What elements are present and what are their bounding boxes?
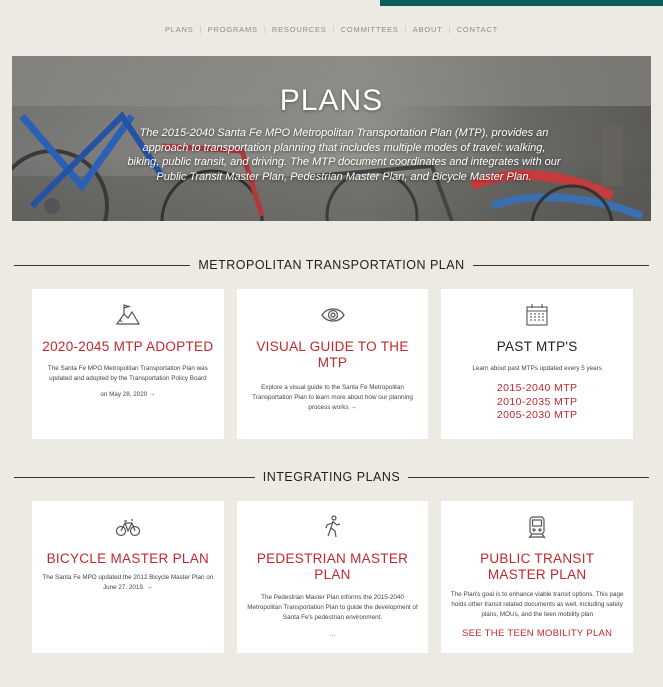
card-text: The Pedestrian Master Plan informs the 2… (247, 594, 418, 621)
section-heading-integrating: INTEGRATING PLANS (14, 470, 649, 484)
card-text: The Plan's goal is to enhance viable tra… (450, 591, 624, 618)
card-title[interactable]: BICYCLE MASTER PLAN (40, 551, 216, 567)
card-text: The Santa Fe MPO Metropolitan Transporta… (47, 365, 208, 382)
integrating-cards: BICYCLE MASTER PLAN The Santa Fe MPO upd… (32, 501, 634, 653)
card-visual-guide[interactable]: VISUAL GUIDE TO THE MTP Explore a visual… (236, 289, 429, 439)
card-title[interactable]: 2020-2045 MTP ADOPTED (40, 339, 216, 355)
section-title: METROPOLITAN TRANSPORTATION PLAN (198, 258, 465, 272)
card-title[interactable]: VISUAL GUIDE TO THE MTP (245, 339, 421, 371)
page-title: PLANS (279, 84, 384, 117)
card-text: Learn about past MTPs updated every 5 ye… (472, 365, 602, 372)
card-bicycle-plan[interactable]: BICYCLE MASTER PLAN The Santa Fe MPO upd… (32, 501, 224, 653)
card-transit-plan[interactable]: PUBLIC TRANSIT MASTER PLAN The Plan's go… (441, 501, 634, 653)
nav-about[interactable]: ABOUT (407, 25, 449, 34)
bicycle-icon (40, 511, 216, 543)
hero-banner: PLANS The 2015-2040 Santa Fe MPO Metropo… (12, 56, 651, 221)
main-nav: PLANS | PROGRAMS | RESOURCES | COMMITTEES | … (0, 0, 663, 56)
link-2005-2030-mtp[interactable]: 2005-2030 MTP (449, 409, 625, 423)
card-more-link[interactable]: ... (245, 629, 421, 638)
nav-committees[interactable]: COMMITTEES (335, 25, 405, 34)
link-2015-2040-mtp[interactable]: 2015-2040 MTP (449, 382, 625, 396)
hero-description: The 2015-2040 Santa Fe MPO Metropolitan … (127, 127, 561, 183)
nav-plans[interactable]: PLANS (159, 25, 200, 34)
teen-mobility-plan-link[interactable]: SEE THE TEEN MOBILITY PLAN (449, 628, 625, 639)
nav-resources[interactable]: RESOURCES (266, 25, 333, 34)
section-title: INTEGRATING PLANS (262, 470, 401, 484)
card-more-link[interactable]: on May 28, 2020 → (40, 391, 216, 398)
card-past-mtps[interactable]: PAST MTP'S Learn about past MTPs updated… (441, 289, 634, 439)
card-text: Explore a visual guide to the Santa Fe M… (252, 384, 413, 411)
pedestrian-icon (245, 511, 421, 543)
card-title[interactable]: PUBLIC TRANSIT MASTER PLAN (449, 551, 625, 583)
nav-contact[interactable]: CONTACT (451, 25, 504, 34)
mtp-cards: 2020-2045 MTP ADOPTED The Santa Fe MPO M… (32, 289, 634, 439)
top-accent-bar (380, 0, 663, 6)
card-title[interactable]: PEDESTRIAN MASTER PLAN (245, 551, 421, 583)
card-title: PAST MTP'S (496, 339, 578, 354)
link-2010-2035-mtp[interactable]: 2010-2035 MTP (449, 396, 625, 410)
card-text: The Santa Fe MPO updated the 2012 Bicycl… (42, 574, 214, 591)
train-icon (449, 511, 625, 543)
mountain-flag-icon (40, 299, 216, 331)
eye-icon (245, 299, 421, 331)
section-heading-mtp: METROPOLITAN TRANSPORTATION PLAN (14, 258, 649, 272)
past-mtp-links: 2015-2040 MTP 2010-2035 MTP 2005-2030 MT… (449, 382, 625, 423)
card-pedestrian-plan[interactable]: PEDESTRIAN MASTER PLAN The Pedestrian Ma… (236, 501, 429, 653)
card-mtp-adopted[interactable]: 2020-2045 MTP ADOPTED The Santa Fe MPO M… (32, 289, 224, 439)
nav-programs[interactable]: PROGRAMS (202, 25, 264, 34)
calendar-icon (449, 299, 625, 331)
